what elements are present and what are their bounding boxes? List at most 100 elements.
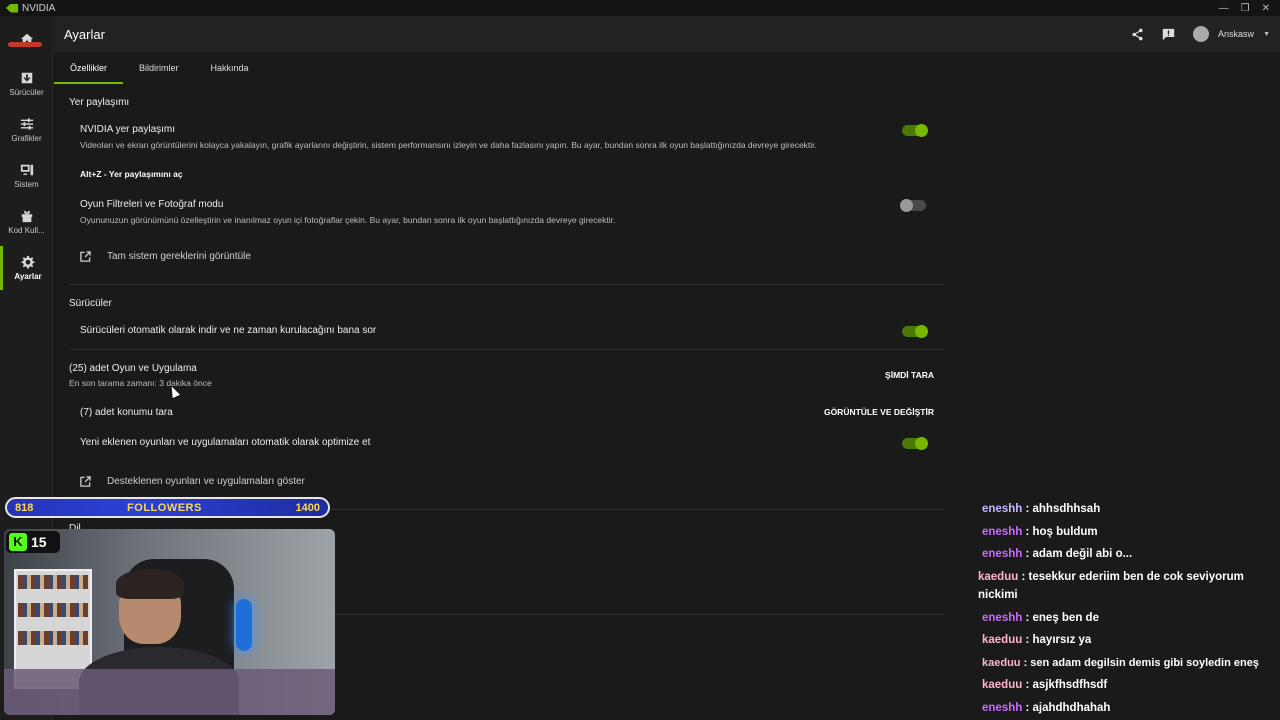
user-menu[interactable]: Anskasw ▼ (1193, 26, 1270, 42)
chat-message: kaeduu : asjkfhsdfhsdf (982, 679, 1108, 691)
followers-current: 818 (15, 501, 34, 514)
chat-text: ahhsdhhsah (1032, 503, 1101, 515)
sidebar-item-home[interactable] (0, 18, 53, 62)
chat-text: asjkfhsdfhsdf (1032, 679, 1108, 691)
sidebar-item-label: Ayarlar (14, 272, 42, 281)
chat-username: kaeduu (982, 634, 1023, 646)
username: Anskasw (1218, 29, 1255, 39)
followers-goal-bar: 818 FOLLOWERS 1400 (5, 497, 330, 518)
page-title: Ayarlar (64, 26, 105, 42)
followers-goal: 1400 (295, 501, 320, 514)
chat-message: kaeduu : sen adam degilsin demis gibi so… (982, 657, 1259, 669)
gift-icon (21, 210, 32, 223)
nvidia-overlay-desc: Videoları ve ekran görüntülerini kolayca… (80, 140, 817, 150)
nvidia-overlay-toggle[interactable] (902, 124, 928, 137)
auto-drivers-toggle[interactable] (902, 325, 928, 338)
photo-mode-title: Oyun Filtreleri ve Fotoğraf modu (80, 199, 224, 210)
chat-text: ajahdhdhahah (1032, 702, 1111, 714)
scan-now-button[interactable]: ŞİMDİ TARA (885, 370, 934, 380)
viewer-count: 15 (31, 534, 47, 550)
photo-mode-toggle[interactable] (900, 199, 926, 212)
app-name: NVIDIA (22, 2, 56, 14)
driver-download-icon (21, 72, 32, 84)
toggle-knob (900, 199, 913, 212)
cam-microphone (236, 599, 252, 651)
overlay-shortcut: Alt+Z - Yer paylaşımını aç (80, 169, 183, 179)
auto-optimize-toggle[interactable] (902, 437, 928, 450)
nvidia-logo-icon (6, 3, 18, 13)
minimize-button[interactable]: — (1219, 3, 1229, 14)
chat-text: eneş ben de (1032, 612, 1099, 624)
overlay-section-title: Yer paylaşımı (69, 97, 130, 108)
scan-locations-title: (7) adet konumu tara (80, 407, 173, 418)
monitor-icon (20, 164, 33, 176)
followers-label: FOLLOWERS (127, 501, 202, 514)
sidebar-item-label: Grafikler (11, 134, 42, 143)
sidebar-item-label: Sürücüler (9, 88, 44, 97)
chat-username: kaeduu (982, 657, 1021, 669)
chat-username: kaeduu (982, 679, 1023, 691)
requirements-link[interactable]: Tam sistem gereklerini görüntüle (80, 251, 251, 262)
gear-icon (21, 255, 35, 269)
chat-username: eneshh (982, 702, 1023, 714)
chat-message: eneshh : eneş ben de (982, 612, 1099, 624)
sidebar-item-system[interactable]: Sistem (0, 154, 53, 198)
chat-message: eneshh : hoş buldum (982, 526, 1098, 538)
games-count-title: (25) adet Oyun ve Uygulama (69, 363, 197, 374)
sidebar-item-codes[interactable]: Kod Kull... (0, 200, 53, 244)
supported-games-label: Desteklenen oyunları ve uygulamaları gös… (107, 476, 305, 487)
chat-message: eneshh : ahhsdhhsah (982, 503, 1101, 515)
chat-username: kaeduu (978, 571, 1019, 583)
viewer-count-badge: K 15 (6, 531, 60, 553)
cam-books (18, 631, 88, 645)
cam-books (18, 603, 88, 617)
chat-message: eneshh : adam değil abi o... (982, 548, 1133, 560)
toggle-knob (915, 437, 928, 450)
photo-mode-desc: Oyununuzun görünümünü özelleştirin ve in… (80, 215, 616, 225)
sidebar-item-label: Kod Kull... (8, 226, 45, 235)
sidebar-item-drivers[interactable]: Sürücüler (0, 62, 53, 106)
last-scan-text: En son tarama zamanı: 3 dakika önce (69, 378, 212, 388)
tab-notifications[interactable]: Bildirimler (123, 52, 195, 84)
cam-books (18, 575, 88, 589)
feedback-icon[interactable] (1162, 28, 1175, 41)
tab-about[interactable]: Hakkında (195, 52, 265, 84)
toggle-knob (915, 325, 928, 338)
view-edit-button[interactable]: GÖRÜNTÜLE VE DEĞİŞTİR (824, 407, 934, 417)
nvidia-overlay-title: NVIDIA yer paylaşımı (80, 124, 176, 135)
share-icon[interactable] (1131, 28, 1144, 41)
supported-games-link[interactable]: Desteklenen oyunları ve uygulamaları gös… (80, 476, 305, 487)
drivers-section-title: Sürücüler (69, 298, 112, 309)
chat-username: eneshh (982, 503, 1023, 515)
stream-chat: eneshh : ahhsdhhsah eneshh : hoş buldum … (976, 482, 1280, 720)
chat-text: sen adam degilsin demis gibi soyledin en… (1030, 657, 1259, 669)
auto-drivers-title: Sürücüleri otomatik olarak indir ve ne z… (80, 325, 377, 336)
avatar (1193, 26, 1210, 42)
sidebar-item-settings[interactable]: Ayarlar (0, 246, 53, 290)
window-controls: — ❐ ✕ (1219, 3, 1270, 14)
auto-optimize-title: Yeni eklenen oyunları ve uygulamaları ot… (80, 437, 371, 448)
chat-username: eneshh (982, 548, 1023, 560)
external-link-icon (80, 251, 91, 262)
chat-username: eneshh (982, 612, 1023, 624)
settings-tabs: Özellikler Bildirimler Hakkında (54, 52, 944, 84)
requirements-link-label: Tam sistem gereklerini görüntüle (107, 251, 251, 262)
chat-text: adam değil abi o... (1032, 548, 1133, 560)
home-highlight (8, 42, 42, 47)
chat-message: kaeduu : tesekkur ederiim ben de cok sev… (978, 571, 1244, 601)
cam-person-hair (116, 569, 184, 599)
external-link-icon (80, 476, 91, 487)
divider (69, 284, 944, 285)
close-button[interactable]: ✕ (1262, 3, 1270, 14)
chat-message: eneshh : ajahdhdhahah (982, 702, 1111, 714)
restore-button[interactable]: ❐ (1241, 3, 1250, 14)
cam-blanket (4, 669, 335, 715)
tab-features[interactable]: Özellikler (54, 52, 124, 84)
chevron-down-icon: ▼ (1263, 30, 1270, 38)
chat-text: hayırsız ya (1032, 634, 1092, 646)
sidebar-item-graphics[interactable]: Grafikler (0, 108, 53, 152)
divider (69, 349, 944, 350)
window-titlebar: NVIDIA — ❐ ✕ (0, 0, 1280, 16)
app-header: Ayarlar Anskasw ▼ (54, 16, 1280, 52)
kick-logo-icon: K (9, 533, 27, 551)
